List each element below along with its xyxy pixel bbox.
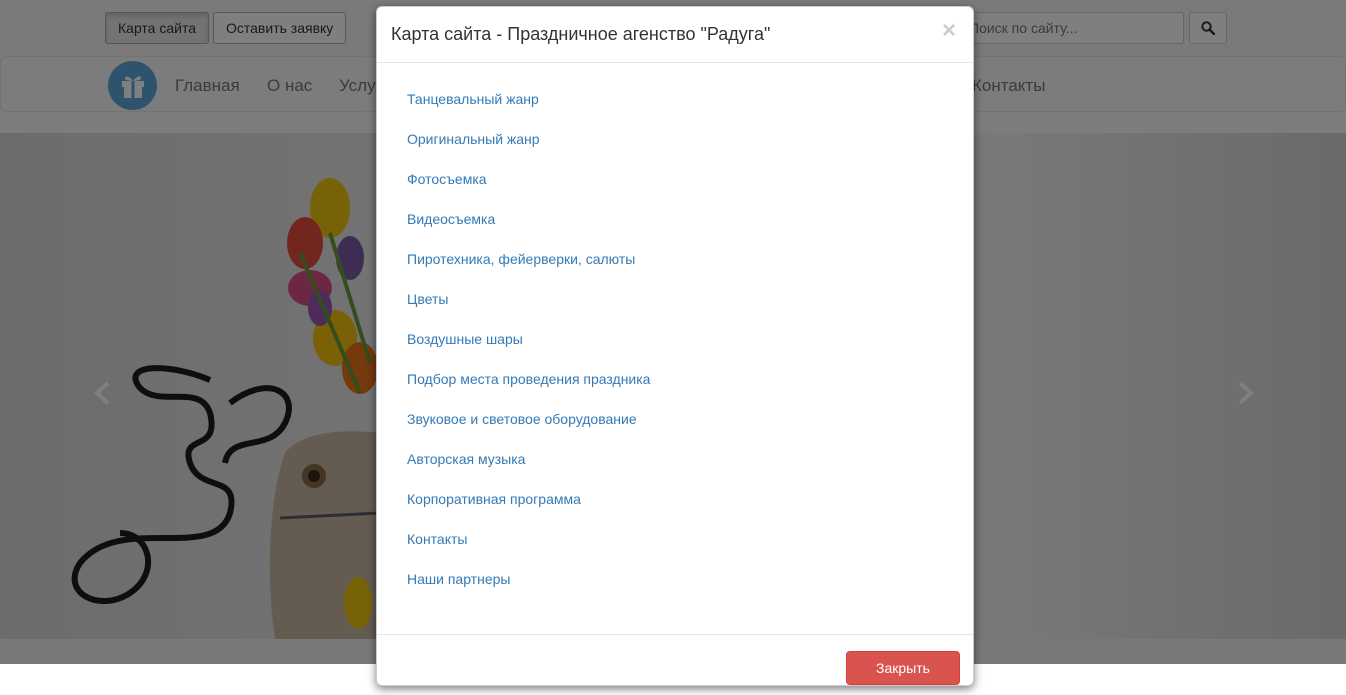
list-item: Контакты <box>407 529 650 569</box>
sitemap-link[interactable]: Фотосъемка <box>407 169 487 189</box>
sitemap-link-list: Танцевальный жанр Оригинальный жанр Фото… <box>407 89 650 609</box>
close-button[interactable]: Закрыть <box>846 651 960 685</box>
list-item: Воздушные шары <box>407 329 650 369</box>
modal-header: Карта сайта - Праздничное агенство "Раду… <box>377 7 973 63</box>
modal-footer: Закрыть <box>377 634 973 695</box>
sitemap-link[interactable]: Контакты <box>407 529 467 549</box>
list-item: Оригинальный жанр <box>407 129 650 169</box>
modal-title: Карта сайта - Праздничное агенство "Раду… <box>391 24 771 44</box>
list-item: Цветы <box>407 289 650 329</box>
list-item: Корпоративная программа <box>407 489 650 529</box>
sitemap-link[interactable]: Воздушные шары <box>407 329 523 349</box>
sitemap-link[interactable]: Пиротехника, фейерверки, салюты <box>407 249 635 269</box>
list-item: Наши партнеры <box>407 569 650 609</box>
sitemap-link[interactable]: Звуковое и световое оборудование <box>407 409 637 429</box>
sitemap-modal: Карта сайта - Праздничное агенство "Раду… <box>376 6 974 686</box>
list-item: Пиротехника, фейерверки, салюты <box>407 249 650 289</box>
sitemap-link[interactable]: Танцевальный жанр <box>407 89 539 109</box>
list-item: Подбор места проведения праздника <box>407 369 650 409</box>
list-item: Танцевальный жанр <box>407 89 650 129</box>
list-item: Фотосъемка <box>407 169 650 209</box>
close-icon[interactable]: × <box>942 19 956 43</box>
sitemap-link[interactable]: Видеосъемка <box>407 209 495 229</box>
sitemap-link[interactable]: Авторская музыка <box>407 449 525 469</box>
sitemap-link[interactable]: Оригинальный жанр <box>407 129 540 149</box>
list-item: Звуковое и световое оборудование <box>407 409 650 449</box>
sitemap-link[interactable]: Корпоративная программа <box>407 489 581 509</box>
sitemap-link[interactable]: Наши партнеры <box>407 569 510 589</box>
list-item: Видеосъемка <box>407 209 650 249</box>
sitemap-link[interactable]: Подбор места проведения праздника <box>407 369 650 389</box>
list-item: Авторская музыка <box>407 449 650 489</box>
sitemap-link[interactable]: Цветы <box>407 289 448 309</box>
